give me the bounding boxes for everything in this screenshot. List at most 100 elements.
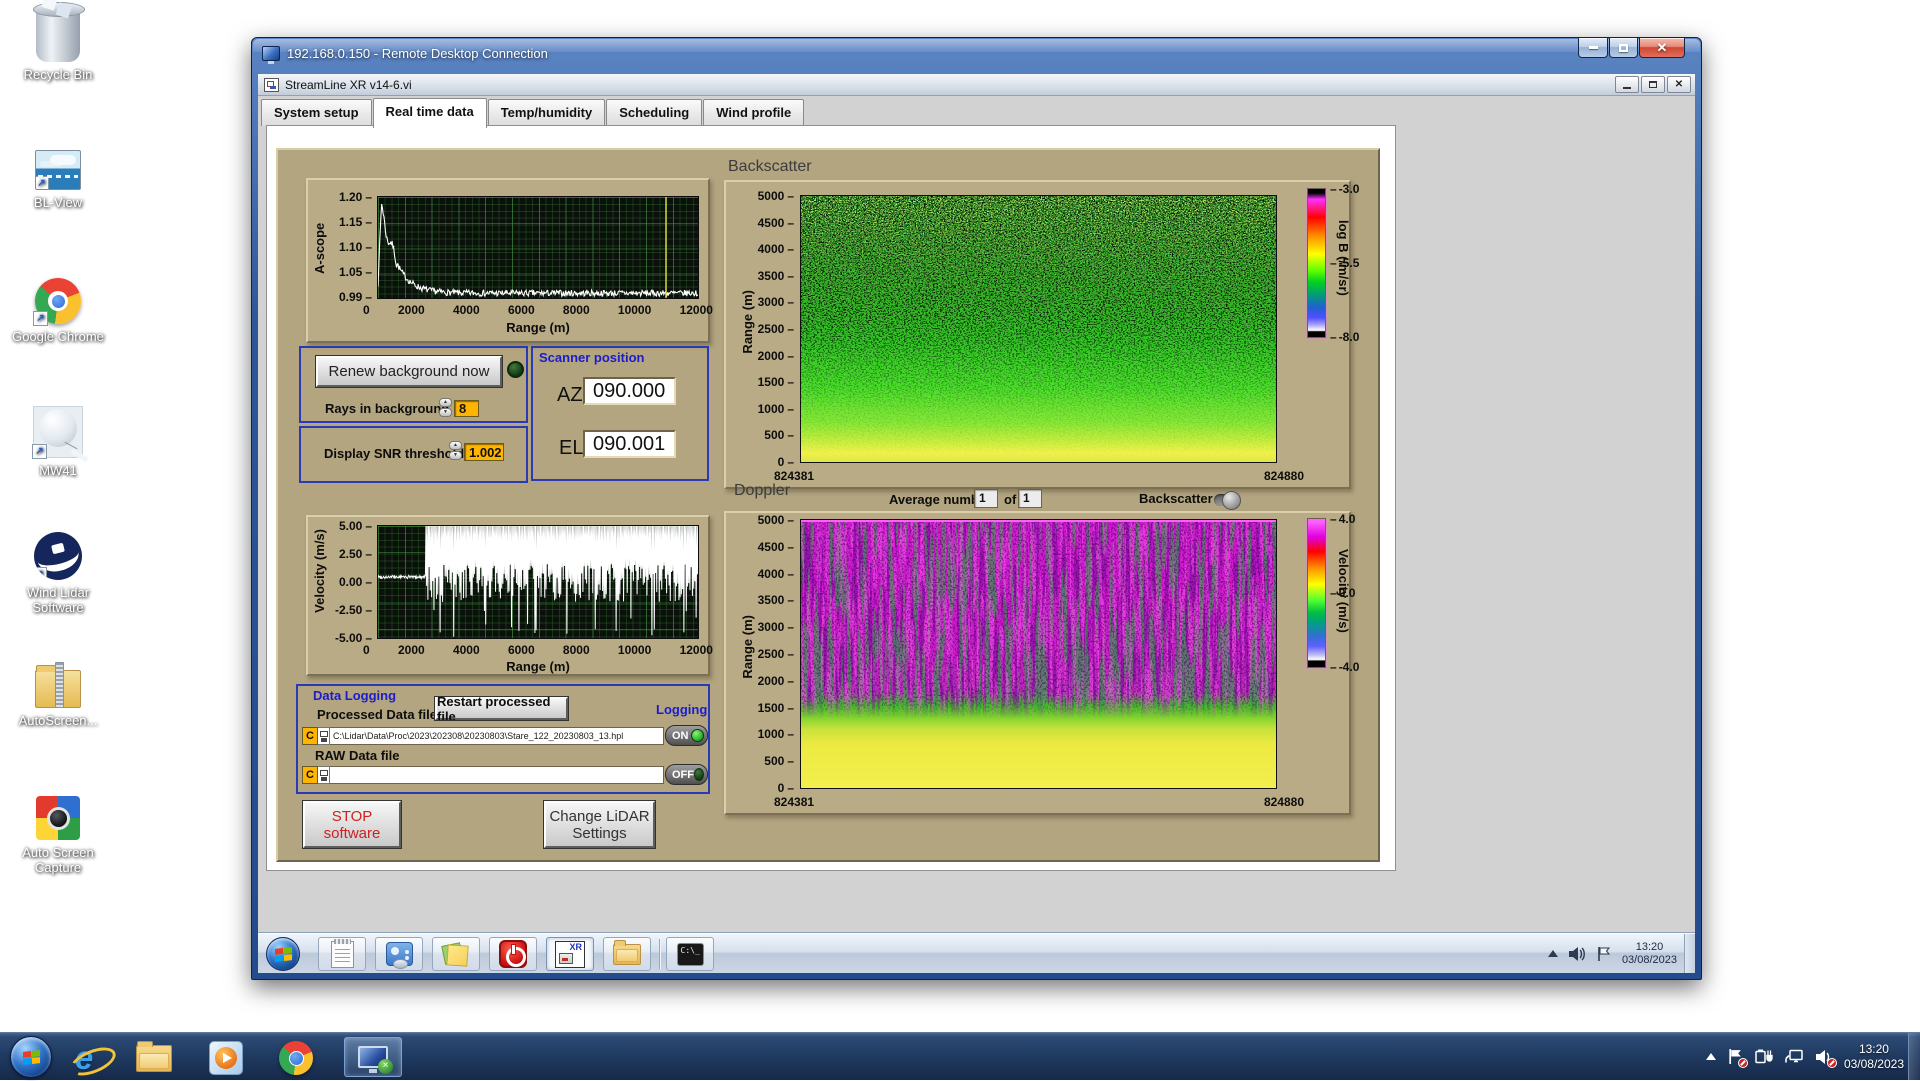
remote-show-desktop-button[interactable] [1684, 934, 1695, 973]
tab-wind-profile[interactable]: Wind profile [703, 99, 804, 126]
remote-taskbar-explorer-button[interactable] [603, 937, 651, 971]
remote-taskbar-stop-button[interactable] [489, 937, 537, 971]
tab-temp-humidity[interactable]: Temp/humidity [488, 99, 605, 126]
stop-software-button[interactable]: STOP software [303, 801, 401, 848]
snr-value-field[interactable]: 1.002 [464, 443, 504, 461]
speaker-icon[interactable] [1568, 946, 1586, 962]
processed-logging-on-button[interactable]: ON [665, 725, 708, 746]
tick-label: 500 [764, 754, 794, 768]
backscatter-toggle[interactable] [1214, 494, 1240, 506]
power-battery-icon[interactable] [1755, 1048, 1773, 1065]
renew-background-button[interactable]: Renew background now [316, 356, 502, 387]
taskbar-chrome-button[interactable] [276, 1040, 316, 1076]
vi-titlebar[interactable]: StreamLine XR v14-6.vi ✕ [258, 74, 1695, 96]
show-hidden-icons-button[interactable] [1548, 950, 1558, 957]
taskbar-rdp-button-active[interactable] [344, 1037, 402, 1077]
vi-minimize-button[interactable] [1615, 76, 1639, 93]
desktop-icon-mw41[interactable]: ↗ MW41 [4, 406, 112, 478]
action-center-flag-icon[interactable] [1596, 946, 1612, 962]
tab-scheduling[interactable]: Scheduling [606, 99, 702, 126]
tab-real-time-data[interactable]: Real time data [373, 98, 487, 128]
remote-taskbar-control-panel-button[interactable] [375, 937, 423, 971]
tick-label: 3500 [758, 269, 794, 283]
vi-restore-button[interactable] [1641, 76, 1665, 93]
doppler-graph: Range (m) 500045004000350030002500200015… [724, 511, 1351, 815]
remote-session-area: StreamLine XR v14-6.vi ✕ System setup Re… [258, 74, 1695, 973]
raw-path-field[interactable] [330, 766, 664, 784]
maximize-button[interactable] [1609, 38, 1638, 58]
rays-value-field[interactable]: 8 [454, 400, 479, 417]
remote-taskbar-notepad-button[interactable] [318, 937, 366, 971]
raw-logging-off-button[interactable]: OFF [665, 764, 708, 785]
snr-group: Display SNR threshold ▲▼ 1.002 [299, 426, 528, 483]
raw-file-label: RAW Data file [315, 748, 400, 763]
host-time: 13:20 [1844, 1042, 1904, 1057]
remote-taskbar-streamline-vi-button[interactable]: XR [546, 937, 594, 971]
windows-flag-icon [23, 1050, 40, 1066]
tick-label: 4000 [758, 242, 794, 256]
tick-label: 4000 [758, 567, 794, 581]
show-desktop-button[interactable] [1908, 1033, 1920, 1080]
remote-taskbar-notes-button[interactable] [432, 937, 480, 971]
close-button[interactable]: ✕ [1639, 38, 1685, 58]
tick-label: -2.50 [335, 603, 372, 617]
average-total-field[interactable]: 1 [1018, 489, 1042, 508]
tick-label: 8000 [563, 643, 590, 657]
snr-spinner[interactable]: ▲▼ [449, 441, 462, 460]
rdp-titlebar[interactable]: 192.168.0.150 - Remote Desktop Connectio… [252, 38, 1701, 68]
restart-processed-file-button[interactable]: Restart processed file [435, 697, 568, 720]
spin-up-icon[interactable]: ▲ [449, 441, 462, 450]
el-value-field[interactable]: 090.001 [583, 430, 676, 458]
processed-path-field[interactable]: C:\Lidar\Data\Proc\2023\202308\20230803\… [330, 727, 664, 745]
drive-button[interactable]: C [302, 766, 318, 784]
tick-label: 1.05 [339, 265, 372, 279]
desktop-icon-auto-screen-capture[interactable]: Auto Screen Capture [4, 796, 112, 875]
host-taskbar: e 13:20 03/08/2023 [0, 1032, 1920, 1080]
tick-label: 4500 [758, 216, 794, 230]
action-center-alert[interactable] [1727, 1048, 1744, 1065]
taskbar-media-player-button[interactable] [206, 1040, 246, 1076]
folder-icon [136, 1045, 172, 1072]
remote-taskbar-cmd-button[interactable]: C:\_ [666, 937, 714, 971]
spin-down-icon[interactable]: ▼ [439, 408, 452, 417]
velocity-graph: Velocity (m/s) 5.002.500.00-2.50-5.00 02… [306, 515, 710, 676]
desktop-icon-google-chrome[interactable]: ↗ Google Chrome [4, 278, 112, 344]
host-clock[interactable]: 13:20 03/08/2023 [1844, 1042, 1904, 1072]
tick-label: 2000 [758, 349, 794, 363]
tick-label: 4000 [453, 303, 480, 317]
vi-close-button[interactable]: ✕ [1667, 76, 1691, 93]
path-browse-icon[interactable] [318, 727, 330, 745]
network-icon[interactable] [1784, 1048, 1804, 1065]
system-tray: 13:20 03/08/2023 [1706, 1033, 1904, 1080]
doppler-y-ticks: 5000450040003500300025002000150010005000 [750, 513, 794, 795]
taskbar-internet-explorer-button[interactable]: e [64, 1040, 104, 1076]
average-number-field[interactable]: 1 [974, 489, 998, 508]
desktop-icon-recycle-bin[interactable]: Recycle Bin [4, 8, 112, 82]
remote-taskbar: XR C:\_ 13:20 03/08/2023 [258, 933, 1695, 973]
alert-badge-icon [1738, 1058, 1748, 1068]
tab-system-setup[interactable]: System setup [261, 99, 372, 126]
taskbar-explorer-button[interactable] [134, 1040, 174, 1076]
tick-label: 1500 [758, 701, 794, 715]
change-lidar-settings-button[interactable]: Change LiDAR Settings [544, 801, 655, 848]
desktop-icon-bl-view[interactable]: ↗ BL-View [4, 150, 112, 210]
vi-window-title: StreamLine XR v14-6.vi [285, 78, 412, 92]
show-hidden-icons-button[interactable] [1706, 1053, 1716, 1060]
remote-start-button[interactable] [266, 937, 300, 971]
remote-clock[interactable]: 13:20 03/08/2023 [1622, 941, 1677, 967]
start-button[interactable] [10, 1036, 52, 1078]
az-value-field[interactable]: 090.000 [583, 377, 676, 405]
spin-up-icon[interactable]: ▲ [439, 398, 452, 407]
spin-down-icon[interactable]: ▼ [449, 451, 462, 460]
minimize-button[interactable] [1578, 38, 1608, 58]
rays-spinner[interactable]: ▲▼ [439, 398, 452, 417]
x-start-label: 824381 [774, 469, 814, 483]
drive-button[interactable]: C [302, 727, 318, 745]
desktop-icon-autoscreen-zip[interactable]: AutoScreen... [4, 660, 112, 728]
volume-muted[interactable] [1815, 1049, 1833, 1065]
desktop-icon-wind-lidar[interactable]: ↗ Wind Lidar Software [4, 532, 112, 615]
path-browse-icon[interactable] [318, 766, 330, 784]
tick-label: 3500 [758, 593, 794, 607]
tick-label: 3000 [758, 620, 794, 634]
zip-folder-icon [35, 670, 81, 708]
